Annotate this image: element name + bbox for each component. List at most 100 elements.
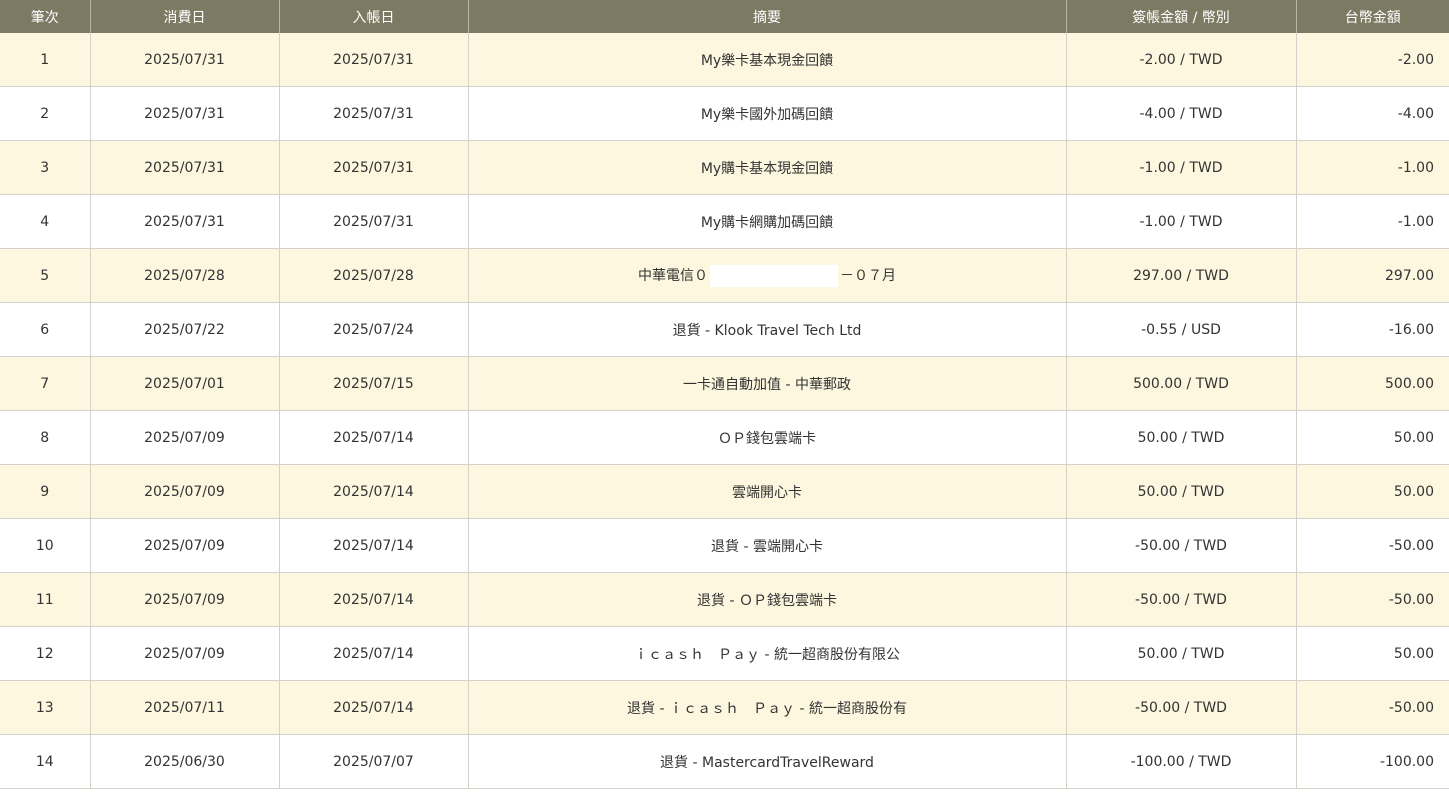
table-row: 13 2025/07/11 2025/07/14 退貨 - ｉｃａｓｈ Ｐａｙ … [0,680,1449,735]
cell-twd-amount: -1.00 [1296,194,1449,249]
cell-txn-date: 2025/07/09 [90,464,280,519]
cell-amount-ccy: -50.00 / TWD [1066,572,1297,627]
cell-twd-amount: -16.00 [1296,302,1449,357]
cell-twd-amount: 50.00 [1296,410,1449,465]
cell-txn-date: 2025/06/30 [90,734,280,789]
cell-twd-amount: -1.00 [1296,140,1449,195]
cell-txn-date: 2025/07/31 [90,194,280,249]
cell-post-date: 2025/07/28 [279,248,469,303]
cell-twd-amount: 50.00 [1296,464,1449,519]
cell-seq: 5 [0,248,91,303]
header-txn-date: 消費日 [90,0,280,33]
cell-desc: My購卡網購加碼回饋 [468,194,1067,249]
cell-txn-date: 2025/07/31 [90,33,280,87]
cell-desc: 退貨 - 雲端開心卡 [468,518,1067,573]
cell-seq: 1 [0,33,91,87]
cell-twd-amount: 297.00 [1296,248,1449,303]
cell-twd-amount: -50.00 [1296,572,1449,627]
cell-amount-ccy: 50.00 / TWD [1066,410,1297,465]
cell-desc: ＯＰ錢包雲端卡 [468,410,1067,465]
cell-seq: 13 [0,680,91,735]
cell-seq: 9 [0,464,91,519]
cell-post-date: 2025/07/14 [279,680,469,735]
cell-amount-ccy: -50.00 / TWD [1066,680,1297,735]
header-row: 筆次 消費日 入帳日 摘要 簽帳金額 / 幣別 台幣金額 [0,0,1449,33]
table-row: 3 2025/07/31 2025/07/31 My購卡基本現金回饋 -1.00… [0,140,1449,195]
cell-post-date: 2025/07/31 [279,86,469,141]
cell-amount-ccy: -2.00 / TWD [1066,33,1297,87]
cell-desc: 退貨 - Klook Travel Tech Ltd [468,302,1067,357]
header-desc: 摘要 [468,0,1067,33]
cell-seq: 11 [0,572,91,627]
cell-seq: 3 [0,140,91,195]
cell-desc: My樂卡基本現金回饋 [468,33,1067,87]
cell-post-date: 2025/07/14 [279,572,469,627]
cell-post-date: 2025/07/31 [279,33,469,87]
cell-seq: 6 [0,302,91,357]
desc-prefix: 中華電信０ [638,267,708,284]
cell-txn-date: 2025/07/09 [90,518,280,573]
cell-desc: 退貨 - MastercardTravelReward [468,734,1067,789]
cell-txn-date: 2025/07/09 [90,410,280,465]
cell-txn-date: 2025/07/31 [90,86,280,141]
table-row: 1 2025/07/31 2025/07/31 My樂卡基本現金回饋 -2.00… [0,33,1449,87]
desc-suffix: －０７月 [840,267,896,284]
cell-amount-ccy: 50.00 / TWD [1066,464,1297,519]
table-row: 8 2025/07/09 2025/07/14 ＯＰ錢包雲端卡 50.00 / … [0,410,1449,465]
cell-post-date: 2025/07/14 [279,518,469,573]
table-body: 1 2025/07/31 2025/07/31 My樂卡基本現金回饋 -2.00… [0,33,1449,789]
cell-amount-ccy: -50.00 / TWD [1066,518,1297,573]
cell-seq: 10 [0,518,91,573]
cell-twd-amount: -50.00 [1296,518,1449,573]
cell-desc: 中華電信０ －０７月 [468,248,1067,303]
cell-txn-date: 2025/07/09 [90,626,280,681]
table-row: 5 2025/07/28 2025/07/28 中華電信０ －０７月 297.00… [0,248,1449,303]
cell-post-date: 2025/07/31 [279,194,469,249]
table-row: 7 2025/07/01 2025/07/15 一卡通自動加值 - 中華郵政 5… [0,356,1449,411]
cell-post-date: 2025/07/07 [279,734,469,789]
cell-desc: My樂卡國外加碼回饋 [468,86,1067,141]
cell-seq: 14 [0,734,91,789]
cell-post-date: 2025/07/24 [279,302,469,357]
table-row: 11 2025/07/09 2025/07/14 退貨 - ＯＰ錢包雲端卡 -5… [0,572,1449,627]
cell-desc: 退貨 - ＯＰ錢包雲端卡 [468,572,1067,627]
cell-txn-date: 2025/07/31 [90,140,280,195]
cell-desc: 一卡通自動加值 - 中華郵政 [468,356,1067,411]
cell-amount-ccy: -1.00 / TWD [1066,194,1297,249]
cell-txn-date: 2025/07/09 [90,572,280,627]
cell-seq: 4 [0,194,91,249]
cell-desc: My購卡基本現金回饋 [468,140,1067,195]
header-post-date: 入帳日 [279,0,469,33]
cell-twd-amount: 50.00 [1296,626,1449,681]
cell-amount-ccy: -100.00 / TWD [1066,734,1297,789]
table-row: 6 2025/07/22 2025/07/24 退貨 - Klook Trave… [0,302,1449,357]
cell-desc: 雲端開心卡 [468,464,1067,519]
cell-post-date: 2025/07/31 [279,140,469,195]
cell-twd-amount: -100.00 [1296,734,1449,789]
cell-amount-ccy: 500.00 / TWD [1066,356,1297,411]
cell-post-date: 2025/07/14 [279,464,469,519]
cell-amount-ccy: -4.00 / TWD [1066,86,1297,141]
cell-desc: 退貨 - ｉｃａｓｈ Ｐａｙ - 統一超商股份有 [468,680,1067,735]
cell-post-date: 2025/07/14 [279,410,469,465]
cell-seq: 8 [0,410,91,465]
cell-twd-amount: -4.00 [1296,86,1449,141]
table-row: 14 2025/06/30 2025/07/07 退貨 - Mastercard… [0,734,1449,789]
cell-amount-ccy: 297.00 / TWD [1066,248,1297,303]
cell-post-date: 2025/07/14 [279,626,469,681]
cell-twd-amount: 500.00 [1296,356,1449,411]
table-header: 筆次 消費日 入帳日 摘要 簽帳金額 / 幣別 台幣金額 [0,0,1449,33]
cell-twd-amount: -2.00 [1296,33,1449,87]
cell-txn-date: 2025/07/28 [90,248,280,303]
cell-seq: 12 [0,626,91,681]
table-row: 4 2025/07/31 2025/07/31 My購卡網購加碼回饋 -1.00… [0,194,1449,249]
cell-amount-ccy: 50.00 / TWD [1066,626,1297,681]
table-row: 9 2025/07/09 2025/07/14 雲端開心卡 50.00 / TW… [0,464,1449,519]
cell-desc: ｉｃａｓｈ Ｐａｙ - 統一超商股份有限公 [468,626,1067,681]
cell-txn-date: 2025/07/01 [90,356,280,411]
table-row: 10 2025/07/09 2025/07/14 退貨 - 雲端開心卡 -50.… [0,518,1449,573]
header-amount-ccy: 簽帳金額 / 幣別 [1066,0,1297,33]
cell-amount-ccy: -1.00 / TWD [1066,140,1297,195]
header-twd-amount: 台幣金額 [1296,0,1449,33]
cell-txn-date: 2025/07/22 [90,302,280,357]
